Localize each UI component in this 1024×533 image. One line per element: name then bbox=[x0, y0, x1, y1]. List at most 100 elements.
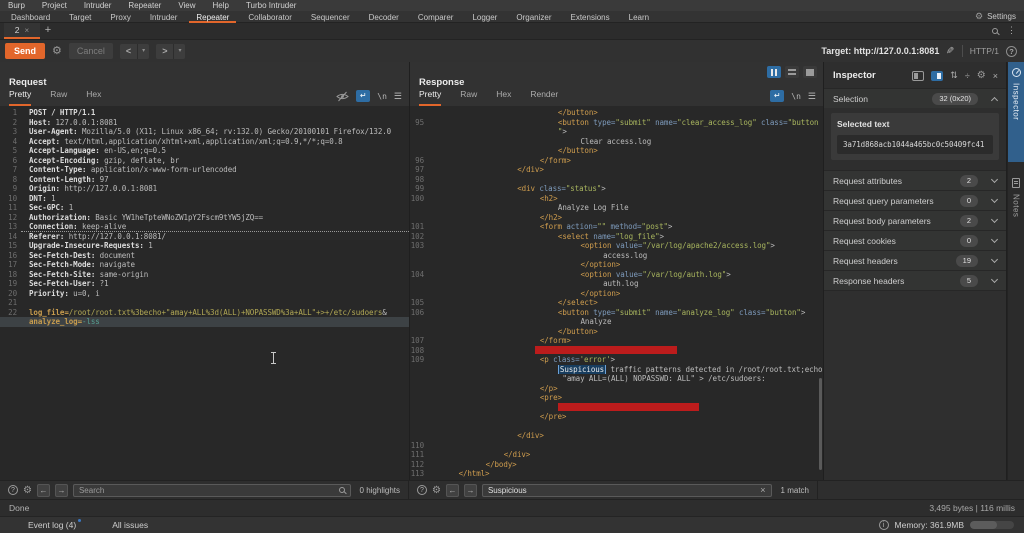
inspector-section-request-body-parameters[interactable]: Request body parameters2 bbox=[824, 210, 1006, 230]
prev-match-button[interactable]: ← bbox=[446, 484, 459, 497]
line-number bbox=[410, 213, 428, 223]
help-icon[interactable]: ? bbox=[1006, 46, 1017, 57]
request-editor[interactable]: 1POST / HTTP/1.12Host: 127.0.0.1:80813Us… bbox=[0, 106, 409, 480]
response-metrics: 3,495 bytes | 116 millis bbox=[929, 503, 1015, 513]
session-tab-2[interactable]: 2 × bbox=[4, 23, 40, 39]
inspector-section-request-headers[interactable]: Request headers19 bbox=[824, 250, 1006, 270]
menu-help[interactable]: Help bbox=[213, 1, 229, 10]
line-number: 113 bbox=[410, 469, 428, 479]
menu-view[interactable]: View bbox=[178, 1, 195, 10]
request-tab-pretty[interactable]: Pretty bbox=[9, 89, 31, 106]
request-search-input[interactable]: Search bbox=[73, 484, 351, 497]
inspector-section-request-attributes[interactable]: Request attributes2 bbox=[824, 170, 1006, 190]
protocol-label[interactable]: HTTP/1 bbox=[970, 46, 999, 56]
editor-menu-icon[interactable]: ☰ bbox=[808, 91, 816, 102]
event-log-button[interactable]: Event log (4) bbox=[28, 520, 76, 530]
send-settings-gear-icon[interactable]: ⚙ bbox=[52, 46, 62, 57]
settings-button[interactable]: ⚙ Settings bbox=[975, 11, 1024, 22]
response-tab-raw[interactable]: Raw bbox=[460, 89, 477, 106]
code-text: <option value="/var/log/auth.log"> bbox=[428, 270, 823, 280]
menu-intruder[interactable]: Intruder bbox=[84, 1, 112, 10]
send-button[interactable]: Send bbox=[5, 43, 45, 59]
code-token: </option> bbox=[580, 289, 620, 298]
nav-tab-extensions[interactable]: Extensions bbox=[563, 11, 616, 23]
code-line: Analyze Log File bbox=[410, 203, 823, 213]
tab-notes-vertical[interactable]: Notes bbox=[1008, 172, 1024, 217]
search-settings-gear-icon[interactable]: ⚙ bbox=[23, 485, 32, 496]
inspector-settings-gear-icon[interactable]: ⚙ bbox=[977, 70, 986, 81]
search-help-icon[interactable]: ? bbox=[8, 485, 18, 495]
menu-repeater[interactable]: Repeater bbox=[128, 1, 161, 10]
inspector-icon bbox=[1012, 68, 1021, 77]
nav-tab-target[interactable]: Target bbox=[62, 11, 98, 23]
nav-tab-intruder[interactable]: Intruder bbox=[143, 11, 185, 23]
code-text bbox=[428, 403, 823, 413]
history-forward-dropdown[interactable]: ▾ bbox=[173, 44, 185, 59]
layout-rows-icon[interactable] bbox=[785, 66, 799, 78]
nav-tab-dashboard[interactable]: Dashboard bbox=[4, 11, 57, 23]
word-wrap-icon[interactable]: ↵ bbox=[356, 90, 370, 102]
menu-burp[interactable]: Burp bbox=[8, 1, 25, 10]
next-match-button[interactable]: → bbox=[55, 484, 68, 497]
collapse-all-icon[interactable]: ÷ bbox=[965, 71, 970, 81]
hide-eye-icon[interactable] bbox=[336, 91, 349, 102]
code-token: </div> bbox=[504, 450, 531, 459]
cancel-button[interactable]: Cancel bbox=[69, 43, 113, 59]
dock-left-icon[interactable] bbox=[912, 71, 924, 81]
nav-tab-logger[interactable]: Logger bbox=[465, 11, 504, 23]
search-settings-gear-icon[interactable]: ⚙ bbox=[432, 485, 441, 496]
nav-tab-sequencer[interactable]: Sequencer bbox=[304, 11, 357, 23]
prev-match-button[interactable]: ← bbox=[37, 484, 50, 497]
next-match-button[interactable]: → bbox=[464, 484, 477, 497]
nav-tab-repeater[interactable]: Repeater bbox=[189, 11, 236, 23]
response-tab-render[interactable]: Render bbox=[530, 89, 558, 106]
response-tab-pretty[interactable]: Pretty bbox=[419, 89, 441, 106]
inspector-section-response-headers[interactable]: Response headers5 bbox=[824, 270, 1006, 290]
search-icon[interactable] bbox=[992, 28, 998, 34]
response-editor[interactable]: </button>95<button type="submit" name="c… bbox=[410, 106, 823, 480]
close-icon[interactable]: × bbox=[25, 26, 30, 35]
history-back-dropdown[interactable]: ▾ bbox=[137, 44, 149, 59]
add-tab-button[interactable]: + bbox=[40, 23, 56, 39]
more-options-icon[interactable]: ⋮ bbox=[1007, 25, 1016, 36]
menu-project[interactable]: Project bbox=[42, 1, 67, 10]
selected-text-value[interactable]: 3a71d868acb1044a465bc0c50409fc41 bbox=[837, 135, 993, 154]
show-newlines-icon[interactable]: \n bbox=[377, 92, 387, 101]
nav-tab-learn[interactable]: Learn bbox=[622, 11, 656, 23]
editor-menu-icon[interactable]: ☰ bbox=[394, 91, 402, 102]
scrollbar[interactable] bbox=[819, 378, 822, 470]
request-tab-hex[interactable]: Hex bbox=[86, 89, 101, 106]
all-issues-button[interactable]: All issues bbox=[112, 520, 148, 530]
history-back-button[interactable]: < bbox=[120, 44, 137, 59]
show-newlines-icon[interactable]: \n bbox=[791, 92, 801, 101]
code-text: <pre> bbox=[428, 393, 823, 403]
inspector-section-request-cookies[interactable]: Request cookies0 bbox=[824, 230, 1006, 250]
edit-target-pencil-icon[interactable]: ✎ bbox=[946, 46, 954, 57]
dock-right-icon[interactable] bbox=[931, 71, 943, 81]
main-area: Request PrettyRawHex ↵ \n ☰ 1POST / HTTP… bbox=[0, 62, 1024, 480]
menu-turbo-intruder[interactable]: Turbo Intruder bbox=[246, 1, 296, 10]
line-number: 96 bbox=[410, 156, 428, 166]
code-line: 7Content-Type: application/x-www-form-ur… bbox=[0, 165, 409, 175]
response-tab-hex[interactable]: Hex bbox=[496, 89, 511, 106]
nav-tab-proxy[interactable]: Proxy bbox=[103, 11, 137, 23]
nav-tab-decoder[interactable]: Decoder bbox=[362, 11, 406, 23]
request-tab-raw[interactable]: Raw bbox=[50, 89, 67, 106]
response-search-input[interactable]: Suspicious × bbox=[482, 484, 772, 497]
expand-all-icon[interactable]: ⇅ bbox=[950, 70, 958, 81]
selection-section[interactable]: Selection 32 (0x20) bbox=[824, 88, 1006, 108]
search-help-icon[interactable]: ? bbox=[417, 485, 427, 495]
tab-inspector-vertical[interactable]: Inspector bbox=[1008, 62, 1024, 162]
code-token: 1 bbox=[144, 241, 153, 250]
nav-tab-collaborator[interactable]: Collaborator bbox=[241, 11, 299, 23]
clear-search-icon[interactable]: × bbox=[760, 485, 765, 495]
word-wrap-icon[interactable]: ↵ bbox=[770, 90, 784, 102]
inspector-section-request-query-parameters[interactable]: Request query parameters0 bbox=[824, 190, 1006, 210]
nav-tab-comparer[interactable]: Comparer bbox=[411, 11, 461, 23]
layout-columns-icon[interactable] bbox=[767, 66, 781, 78]
history-forward-button[interactable]: > bbox=[156, 44, 173, 59]
close-inspector-icon[interactable]: × bbox=[993, 71, 998, 81]
code-line: 112</body> bbox=[410, 460, 823, 470]
layout-single-icon[interactable] bbox=[803, 66, 817, 78]
nav-tab-organizer[interactable]: Organizer bbox=[509, 11, 558, 23]
